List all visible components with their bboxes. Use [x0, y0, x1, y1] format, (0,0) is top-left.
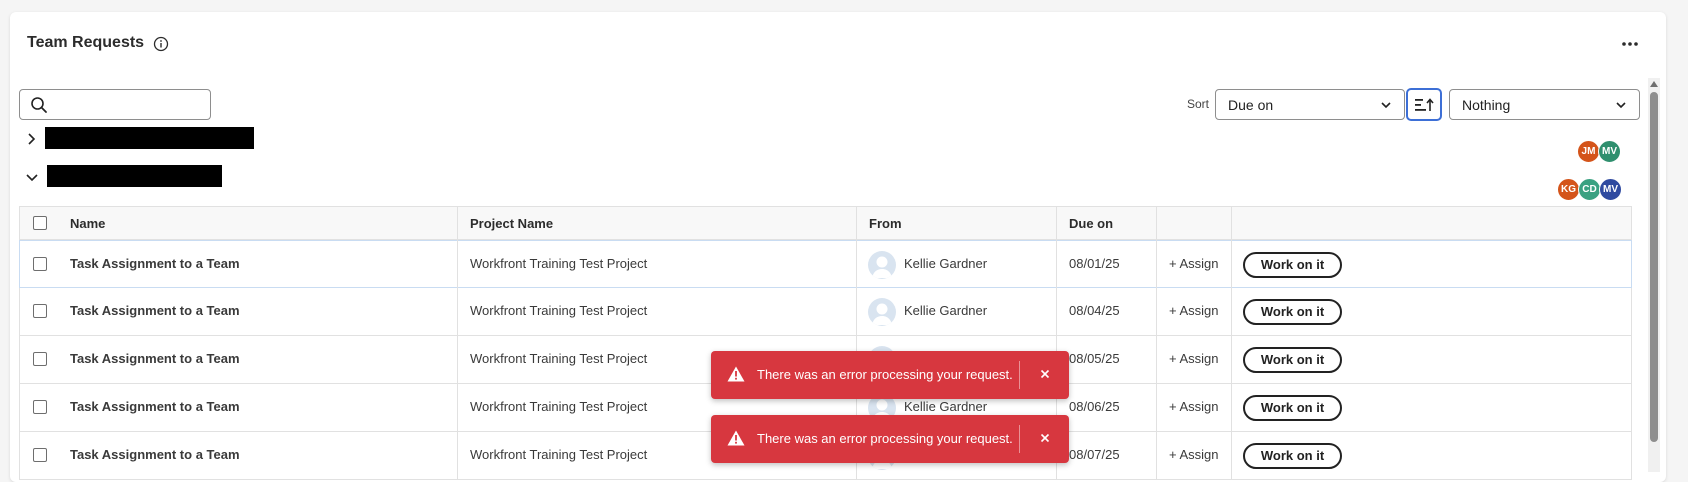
- sort-field-value: Due on: [1228, 97, 1274, 113]
- from-user: Kellie Gardner: [904, 399, 988, 414]
- project-name[interactable]: Workfront Training Test Project: [470, 351, 647, 366]
- assign-link[interactable]: + Assign: [1169, 351, 1219, 366]
- column-header-name[interactable]: Name: [70, 216, 105, 231]
- toast-divider: [1019, 425, 1020, 453]
- error-toast: There was an error processing your reque…: [711, 351, 1069, 399]
- avatar: KG: [1557, 178, 1580, 201]
- select-all-checkbox[interactable]: [33, 216, 47, 230]
- project-name[interactable]: Workfront Training Test Project: [470, 447, 647, 462]
- group-name-redacted: [47, 165, 222, 187]
- column-header-project[interactable]: Project Name: [470, 216, 553, 231]
- assign-link[interactable]: + Assign: [1169, 303, 1219, 318]
- more-horizontal-icon[interactable]: [1620, 36, 1640, 52]
- scrollbar-thumb[interactable]: [1650, 92, 1658, 442]
- table-row[interactable]: Task Assignment to a Team Workfront Trai…: [19, 240, 1632, 288]
- task-name[interactable]: Task Assignment to a Team: [70, 399, 240, 414]
- row-checkbox[interactable]: [33, 448, 47, 462]
- assign-link[interactable]: + Assign: [1169, 256, 1219, 271]
- work-on-it-button[interactable]: Work on it: [1243, 347, 1342, 373]
- task-name[interactable]: Task Assignment to a Team: [70, 256, 240, 271]
- from-user: Kellie Gardner: [904, 256, 988, 271]
- row-checkbox[interactable]: [33, 257, 47, 271]
- from-user: Kellie Gardner: [904, 303, 988, 318]
- user-avatar-icon: [868, 251, 896, 279]
- search-icon: [31, 97, 47, 113]
- work-on-it-button[interactable]: Work on it: [1243, 395, 1342, 421]
- due-date: 08/07/25: [1069, 447, 1120, 462]
- sort-direction-button[interactable]: [1406, 88, 1442, 121]
- task-name[interactable]: Task Assignment to a Team: [70, 351, 240, 366]
- due-date: 08/01/25: [1069, 256, 1120, 271]
- avatar: MV: [1598, 140, 1621, 163]
- row-checkbox[interactable]: [33, 352, 47, 366]
- column-divider: [457, 206, 458, 480]
- sort-label: Sort: [1187, 97, 1210, 111]
- error-toast: There was an error processing your reque…: [711, 415, 1069, 463]
- row-checkbox[interactable]: [33, 304, 47, 318]
- due-date: 08/06/25: [1069, 399, 1120, 414]
- project-name[interactable]: Workfront Training Test Project: [470, 399, 647, 414]
- table-header: Name Project Name From Due on: [19, 206, 1632, 240]
- toast-message: There was an error processing your reque…: [757, 367, 1013, 382]
- assign-link[interactable]: + Assign: [1169, 399, 1219, 414]
- vertical-scrollbar[interactable]: [1648, 78, 1660, 472]
- assign-link[interactable]: + Assign: [1169, 447, 1219, 462]
- group-by-value: Nothing: [1462, 97, 1511, 113]
- alert-triangle-icon: [727, 366, 745, 382]
- due-date: 08/04/25: [1069, 303, 1120, 318]
- column-header-due[interactable]: Due on: [1069, 216, 1113, 231]
- chevron-down-icon[interactable]: [25, 171, 39, 183]
- column-divider: [1231, 206, 1232, 480]
- table-row[interactable]: Task Assignment to a Team Workfront Trai…: [19, 288, 1632, 336]
- chevron-down-icon: [1616, 102, 1626, 109]
- sort-ascending-icon: [1415, 98, 1434, 111]
- page-title: Team Requests: [27, 34, 145, 51]
- column-header-from[interactable]: From: [869, 216, 902, 231]
- alert-triangle-icon: [727, 430, 745, 446]
- project-name[interactable]: Workfront Training Test Project: [470, 303, 647, 318]
- scroll-up-arrow-icon[interactable]: [1649, 80, 1659, 88]
- work-on-it-button[interactable]: Work on it: [1243, 252, 1342, 278]
- sort-field-select[interactable]: Due on: [1215, 89, 1405, 120]
- search-field[interactable]: [19, 89, 211, 120]
- task-name[interactable]: Task Assignment to a Team: [70, 303, 240, 318]
- group-name-redacted: [45, 127, 254, 149]
- group-by-select[interactable]: Nothing: [1449, 89, 1640, 120]
- row-checkbox[interactable]: [33, 400, 47, 414]
- project-name[interactable]: Workfront Training Test Project: [470, 256, 647, 271]
- due-date: 08/05/25: [1069, 351, 1120, 366]
- close-icon[interactable]: [1036, 365, 1054, 383]
- user-avatar-icon: [868, 298, 896, 326]
- close-icon[interactable]: [1036, 429, 1054, 447]
- task-name[interactable]: Task Assignment to a Team: [70, 447, 240, 462]
- avatar: CD: [1578, 178, 1601, 201]
- work-on-it-button[interactable]: Work on it: [1243, 443, 1342, 469]
- column-divider: [1156, 206, 1157, 480]
- toast-divider: [1019, 361, 1020, 389]
- avatar: JM: [1577, 140, 1600, 163]
- work-on-it-button[interactable]: Work on it: [1243, 299, 1342, 325]
- chevron-right-icon[interactable]: [25, 132, 37, 146]
- avatar: MV: [1599, 178, 1622, 201]
- chevron-down-icon: [1381, 102, 1391, 109]
- info-icon[interactable]: [153, 36, 169, 52]
- toast-message: There was an error processing your reque…: [757, 431, 1013, 446]
- search-input[interactable]: [56, 93, 206, 116]
